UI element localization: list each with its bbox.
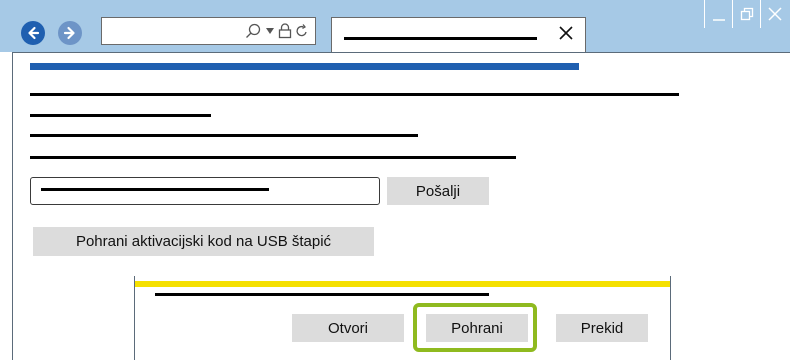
input-value <box>41 188 269 191</box>
tab-title <box>344 37 537 40</box>
browser-tab[interactable] <box>331 17 586 52</box>
browser-toolbar <box>0 0 790 52</box>
save-button[interactable]: Pohrani <box>426 314 528 342</box>
close-icon <box>767 7 782 21</box>
address-bar[interactable] <box>101 17 316 45</box>
text-line <box>30 114 211 117</box>
refresh-icon[interactable] <box>295 22 309 40</box>
send-button[interactable]: Pošalji <box>387 177 489 205</box>
chevron-down-icon[interactable] <box>265 22 275 40</box>
restore-icon <box>740 7 753 21</box>
close-icon <box>559 26 573 40</box>
dialog-header-bar <box>135 281 670 287</box>
tab-close-button[interactable] <box>556 23 576 43</box>
text-line <box>30 93 679 96</box>
open-button[interactable]: Otvori <box>292 314 404 342</box>
activation-code-input[interactable] <box>30 177 380 205</box>
search-icon[interactable] <box>244 22 262 40</box>
save-activation-code-usb-button[interactable]: Pohrani aktivacijski kod na USB štapić <box>33 227 374 256</box>
text-line <box>30 156 516 159</box>
minimize-icon <box>712 19 725 21</box>
window-controls <box>704 0 790 28</box>
lock-icon <box>278 23 292 39</box>
dialog-message <box>155 293 489 296</box>
window-close-button[interactable] <box>760 0 788 28</box>
minimize-button[interactable] <box>704 0 732 28</box>
back-button[interactable] <box>21 21 45 45</box>
text-line <box>30 134 418 137</box>
forward-button[interactable] <box>58 21 82 45</box>
save-dialog: Otvori Pohrani Prekid <box>134 276 671 360</box>
page-header-bar <box>30 63 579 70</box>
cancel-button[interactable]: Prekid <box>556 314 648 342</box>
arrow-right-icon <box>63 26 75 40</box>
arrow-left-icon <box>28 26 40 40</box>
restore-button[interactable] <box>732 0 760 28</box>
